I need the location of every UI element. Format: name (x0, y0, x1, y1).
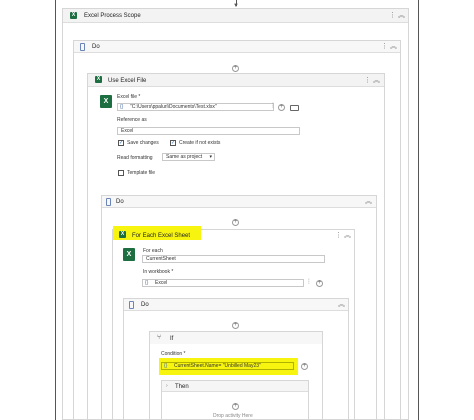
drop-activity-hint: Drop activity Here (213, 413, 253, 419)
if-header[interactable] (150, 332, 322, 344)
folder-icon[interactable] (290, 105, 299, 111)
sequence-icon (80, 43, 85, 51)
vertical-ellipsis-icon[interactable]: ⋮ (381, 43, 388, 50)
vertical-ellipsis-icon[interactable]: ⋮ (335, 232, 342, 239)
read-formatting-select[interactable]: Same as project ▾ (162, 153, 215, 161)
read-formatting-value: Same as project (166, 154, 203, 160)
do-outer-header[interactable] (74, 41, 400, 53)
excel-file-field[interactable]: {} "C:\Users\ppaluri\Documents\Test.xlsx… (117, 103, 274, 111)
for-each-sheet-title: For Each Excel Sheet (132, 233, 191, 239)
branch-icon: ⑂ (157, 334, 162, 341)
vertical-ellipsis-icon[interactable]: ⋮ (389, 12, 396, 19)
vertical-ellipsis-icon[interactable]: ⋮ (364, 77, 371, 84)
double-chevron-up-icon[interactable]: ︽ (338, 301, 345, 308)
for-each-field[interactable]: CurrentSheet (142, 255, 325, 263)
excel-icon: X (95, 76, 102, 83)
vertical-ellipsis-icon[interactable]: ⋮ (306, 279, 312, 286)
add-plus-icon[interactable]: + (301, 363, 308, 370)
excel-icon: X (119, 231, 126, 238)
double-chevron-up-icon[interactable]: ︽ (390, 43, 397, 50)
use-excel-file-title: Use Excel File (108, 78, 147, 84)
do-innermost-header[interactable] (124, 299, 348, 311)
curly-braces-icon: {} (145, 280, 149, 286)
double-chevron-up-icon[interactable]: ︽ (373, 77, 380, 84)
page-left-border (55, 0, 56, 420)
sequence-icon (106, 198, 111, 206)
add-activity-plus-icon[interactable]: + (232, 219, 239, 226)
double-chevron-up-icon[interactable]: ︽ (344, 232, 351, 239)
if-title: If (170, 336, 174, 342)
for-each-label: For each (143, 248, 163, 254)
add-activity-plus-icon[interactable]: + (232, 403, 239, 410)
reference-as-label: Reference as (117, 117, 147, 123)
save-changes-label: Save changes (127, 140, 159, 146)
chevron-down-icon: ▾ (209, 154, 212, 160)
do-inner-header[interactable] (102, 196, 376, 208)
add-plus-icon[interactable]: + (316, 280, 323, 287)
page-right-border (418, 0, 419, 420)
curly-braces-icon: {} (120, 104, 124, 110)
vertical-ellipsis-icon[interactable]: ⋮ (270, 103, 276, 110)
excel-icon: X (70, 12, 77, 19)
in-workbook-label: In workbook * (143, 269, 174, 275)
excel-icon: X (100, 95, 112, 108)
excel-file-value: "C:\Users\ppaluri\Documents\Test.xlsx" (130, 104, 217, 110)
add-activity-plus-icon[interactable]: + (232, 65, 239, 72)
excel-file-label: Excel file * (117, 94, 141, 100)
excel-icon: X (123, 248, 135, 261)
excel-process-scope-title: Excel Process Scope (84, 13, 141, 19)
double-chevron-up-icon[interactable]: ︽ (365, 198, 372, 205)
chevron-right-icon[interactable]: › (166, 383, 168, 390)
add-plus-icon[interactable]: + (278, 104, 285, 111)
condition-value: CurrentSheet.Name= "Unbilled May23" (174, 363, 261, 369)
in-workbook-value: Excel (155, 280, 168, 286)
save-changes-checkbox[interactable]: ✓ (118, 140, 124, 146)
do-innermost-title: Do (141, 302, 149, 308)
in-workbook-field[interactable]: {} Excel (142, 279, 304, 287)
create-if-not-exists-label: Create if not exists (179, 140, 221, 146)
add-activity-plus-icon[interactable]: + (232, 322, 239, 329)
sequence-icon (129, 301, 134, 309)
create-if-not-exists-checkbox[interactable]: ✓ (170, 140, 176, 146)
do-inner-title: Do (116, 199, 124, 205)
template-file-checkbox[interactable] (118, 170, 124, 176)
condition-label: Condition * (161, 351, 186, 357)
condition-field[interactable]: {} CurrentSheet.Name= "Unbilled May23" (161, 362, 294, 370)
double-chevron-up-icon[interactable]: ︽ (398, 12, 405, 19)
curly-braces-icon: {} (164, 363, 168, 369)
read-formatting-label: Read formatting (117, 155, 153, 161)
reference-as-field[interactable]: Excel (117, 127, 300, 135)
then-title: Then (175, 384, 189, 390)
do-outer-title: Do (92, 44, 100, 50)
template-file-label: Template file (127, 170, 156, 176)
